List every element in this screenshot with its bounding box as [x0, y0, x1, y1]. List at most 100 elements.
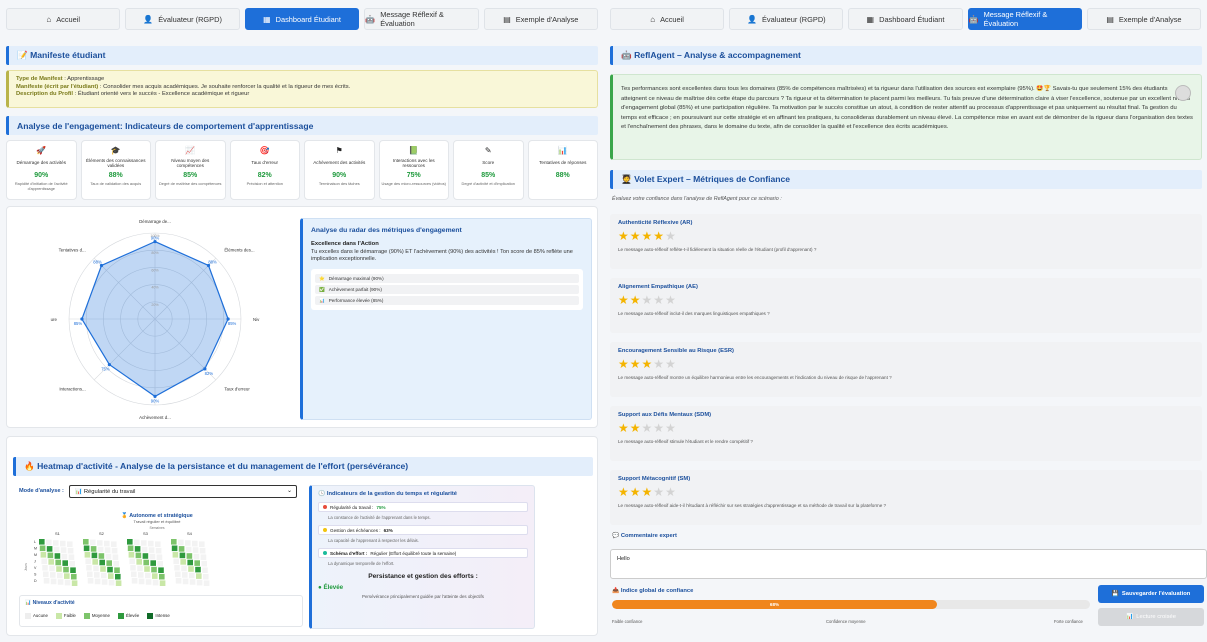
star-icon[interactable]: ★	[618, 485, 630, 499]
tab-evaluator[interactable]: 👤 Évaluateur (RGPD)	[729, 8, 844, 30]
tab-label: Évaluateur (RGPD)	[158, 14, 222, 24]
metric-value: 88%	[555, 172, 570, 179]
heatmap-cell	[141, 546, 148, 553]
star-icon[interactable]: ★	[665, 293, 677, 307]
radar-value-label: 85%	[74, 321, 83, 326]
heatmap-cell	[64, 579, 71, 586]
manifest-profile: Description du Profil : Étudiant orienté…	[16, 91, 590, 99]
criterion-card: Support aux Défis Mentaux (SDM) ★★★★★ Le…	[610, 406, 1202, 461]
persistence-level: ● Élevée	[318, 584, 344, 591]
heatmap-cell	[156, 554, 163, 560]
star-icon[interactable]: ★	[642, 229, 654, 243]
heatmap-cell	[55, 559, 61, 566]
star-icon[interactable]: ★	[653, 229, 665, 243]
heatmap-cell	[101, 572, 107, 579]
heatmap-cell	[108, 579, 115, 586]
star-icon[interactable]: ★	[630, 485, 642, 499]
mode-value: 📊 Régularité du travail	[75, 488, 136, 495]
tab-home[interactable]: ⌂ Accueil	[610, 8, 725, 30]
tab-label: Message Réflexif & Évaluation	[380, 10, 444, 28]
star-icon[interactable]: ★	[665, 485, 677, 499]
tab-dashboard[interactable]: ▦ Dashboard Étudiant	[848, 8, 963, 30]
heatmap-cell	[155, 547, 162, 554]
heatmap-cell	[39, 539, 45, 545]
tab-message[interactable]: 🤖 Message Réflexif & Évaluation	[364, 8, 479, 30]
heatmap-cell	[131, 578, 138, 584]
analysis-highlights: ⭐ Démarrage maximal (90%) ✅ Achèvement par…	[311, 269, 583, 310]
heatmap-cell	[188, 566, 194, 572]
tab-dashboard[interactable]: ▦ Dashboard Étudiant	[244, 8, 360, 30]
radar-value-label: 88%	[208, 259, 217, 264]
star-icon[interactable]: ★	[653, 293, 665, 307]
star-icon[interactable]: ★	[630, 293, 642, 307]
legend-item: Intense	[147, 613, 170, 619]
heatmap-day-label: J	[34, 560, 36, 564]
manifest-box: Type de Manifest : Apprentissage Manifes…	[6, 70, 598, 108]
star-icon[interactable]: ★	[618, 229, 630, 243]
tab-example[interactable]: ▤ Exemple d'Analyse	[1086, 8, 1202, 30]
radar-axis-label: Interactions...	[59, 386, 85, 391]
analysis-subtitle: Excellence dans l'Action	[311, 241, 379, 247]
home-icon: ⌂	[46, 14, 52, 24]
tab-home[interactable]: ⌂ Accueil	[6, 8, 121, 30]
heatmap-cell	[71, 573, 77, 580]
star-icon[interactable]: ★	[653, 357, 665, 371]
star-icon[interactable]: ★	[642, 293, 654, 307]
avatar	[1175, 85, 1191, 101]
star-icon[interactable]: ★	[642, 357, 654, 371]
save-evaluation-button[interactable]: 💾 Sauvegarder l'évaluation	[1098, 585, 1204, 603]
reflexive-message: Tes performances sont excellentes dans t…	[610, 74, 1202, 160]
star-icon[interactable]: ★	[642, 485, 654, 499]
heatmap-cell	[67, 547, 74, 554]
star-icon[interactable]: ★	[653, 421, 665, 435]
star-icon[interactable]: ★	[665, 229, 677, 243]
criterion-title: Encouragement Sensible au Risque (ESR)	[618, 348, 734, 354]
heatmap-day-label: S	[34, 573, 37, 577]
radar-axis-label: Achèvement d...	[139, 415, 171, 420]
star-icon[interactable]: ★	[665, 357, 677, 371]
metric-value: 85%	[183, 172, 198, 179]
star-icon[interactable]: ★	[618, 357, 630, 371]
criterion-title: Authenticité Réflexive (AR)	[618, 220, 693, 226]
heatmap-cell	[145, 579, 152, 585]
legend-item: Aucune	[25, 613, 48, 619]
mode-select[interactable]: 📊 Régularité du travail ⌄	[69, 485, 297, 498]
heatmap-cell	[143, 559, 149, 566]
star-icon[interactable]: ★	[618, 421, 630, 435]
tab-message[interactable]: 🤖 Message Réflexif & Évaluation	[967, 8, 1082, 30]
legend-item: Élevée	[117, 613, 139, 619]
star-icon[interactable]: ★	[665, 421, 677, 435]
heatmap-cell	[87, 578, 94, 584]
manifest-text-label: Manifeste (écrit par l'étudiant)	[16, 83, 99, 90]
heatmap-cell	[98, 553, 105, 559]
heatmap-cell	[50, 578, 57, 585]
criterion-question: Le message auto-réflexif aide-t-il l'étu…	[618, 503, 887, 508]
heatmap-cell	[106, 560, 112, 566]
heatmap-cell	[39, 545, 46, 552]
highlight-label: Performance élevée (85%)	[328, 298, 384, 303]
cross-reading-button[interactable]: 📊 Lecture croisée	[1098, 608, 1204, 626]
metric-desc: Degré de maîtrise des compétences	[159, 181, 222, 186]
criterion-card: Encouragement Sensible au Risque (ESR) ★…	[610, 342, 1202, 397]
radar-axis-label: Tentatives d...	[59, 248, 86, 253]
star-icon[interactable]: ★	[653, 485, 665, 499]
tab-example[interactable]: ▤ Exemple d'Analyse	[483, 8, 599, 30]
heatmap-cell	[60, 540, 66, 547]
star-icon[interactable]: ★	[630, 229, 642, 243]
heatmap-cell	[41, 558, 47, 565]
heatmap-cell	[61, 553, 68, 560]
heatmap-cell	[83, 545, 90, 552]
tab-evaluator[interactable]: 👤 Évaluateur (RGPD)	[125, 8, 240, 30]
comment-input[interactable]: Hello	[610, 549, 1207, 579]
metric-card: 🎓 Éléments des connaissances validées 88…	[80, 140, 151, 200]
heatmap-cell	[134, 539, 140, 546]
star-icon[interactable]: ★	[630, 357, 642, 371]
star-icon[interactable]: ★	[630, 421, 642, 435]
heatmap-cell	[90, 539, 96, 546]
heatmap-cell	[128, 552, 135, 558]
star-icon[interactable]: ★	[618, 293, 630, 307]
metric-icon: 🚀	[36, 146, 47, 155]
heatmap-cell	[150, 560, 156, 566]
star-icon[interactable]: ★	[642, 421, 654, 435]
radar-axis-label: Niv	[253, 317, 260, 322]
